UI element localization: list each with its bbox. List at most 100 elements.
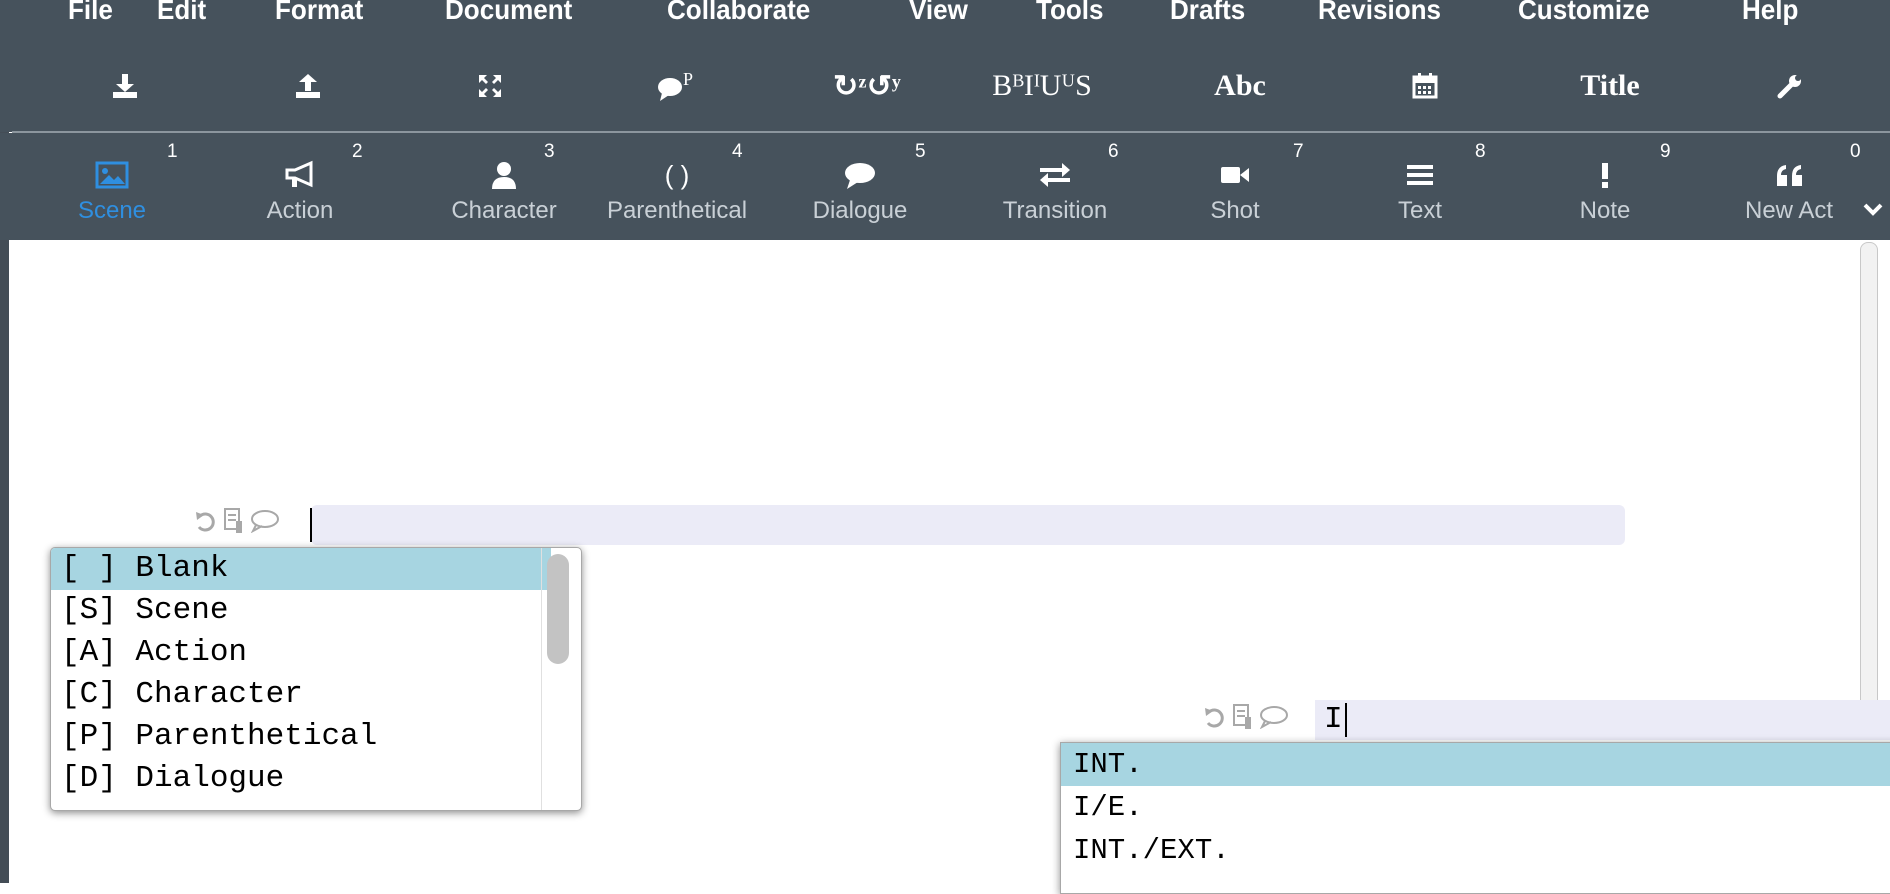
- element-dialogue-button[interactable]: 5 Dialogue: [780, 133, 940, 240]
- popup-option[interactable]: [C] Character: [51, 674, 551, 716]
- fullscreen-button[interactable]: [460, 40, 520, 132]
- line-tools: [194, 507, 280, 535]
- upload-icon: [296, 74, 320, 98]
- fullscreen-icon: [479, 75, 501, 97]
- wrench-icon: [1777, 75, 1801, 99]
- element-label: Text: [1397, 197, 1442, 224]
- element-transition-button[interactable]: 6 Transition: [970, 133, 1140, 240]
- undo-icon[interactable]: [194, 509, 216, 533]
- exclamation-icon: [1602, 163, 1608, 188]
- element-shortcut: 4: [732, 141, 743, 162]
- popup-option[interactable]: INT./EXT.: [1061, 829, 1890, 872]
- menu-help[interactable]: Help: [1742, 0, 1798, 31]
- menu-revisions[interactable]: Revisions: [1318, 0, 1441, 31]
- menu-file[interactable]: File: [68, 0, 113, 31]
- element-shortcut: 5: [915, 141, 926, 162]
- element-shortcut: 3: [544, 141, 555, 162]
- menu-bar: File Edit Format Document Collaborate Vi…: [0, 0, 1890, 40]
- element-shortcut: 2: [352, 141, 363, 162]
- video-camera-icon: [1221, 167, 1249, 183]
- comment-pin-icon: P: [658, 69, 693, 101]
- image-icon: [95, 161, 129, 189]
- scene-heading-popup: INT. I/E. INT./EXT.: [1060, 742, 1890, 894]
- popup-option[interactable]: [S] Scene: [51, 590, 551, 632]
- element-scene-button[interactable]: 1 Scene: [32, 133, 192, 240]
- menu-view[interactable]: View: [909, 0, 968, 31]
- element-shot-button[interactable]: 7 Shot: [1155, 133, 1315, 240]
- text-style-button[interactable]: BᴮIᴵUᵁS: [962, 40, 1122, 132]
- menu-tools[interactable]: Tools: [1036, 0, 1104, 31]
- megaphone-icon: [285, 160, 313, 188]
- element-parenthetical-button[interactable]: ( ) 4 Parenthetical: [592, 133, 762, 240]
- undo-redo-icon: ↻ᶻ↺ʸ: [833, 69, 901, 103]
- popup-option[interactable]: [A] Action: [51, 632, 551, 674]
- element-shortcut: 9: [1660, 141, 1671, 162]
- element-label: Dialogue: [812, 197, 908, 224]
- element-type-bar: 1 Scene 2 Action 3 Character ( ) 4 Paren…: [0, 133, 1890, 240]
- element-shortcut: 8: [1475, 141, 1486, 162]
- element-label: Transition: [1002, 197, 1108, 224]
- element-label: Action: [266, 197, 334, 224]
- element-text-button[interactable]: 8 Text: [1340, 133, 1500, 240]
- spellcheck-icon: Abc: [1214, 69, 1266, 102]
- popup-option[interactable]: INT.: [1061, 743, 1890, 786]
- calendar-button[interactable]: [1395, 40, 1455, 132]
- menu-edit[interactable]: Edit: [157, 0, 206, 31]
- element-label: Scene: [77, 197, 147, 224]
- scene-heading-value: I: [1324, 702, 1343, 737]
- calendar-icon: [1412, 73, 1438, 99]
- settings-button[interactable]: [1760, 40, 1820, 132]
- video-camera-icon-wrap: [1155, 155, 1315, 195]
- element-new-act-button[interactable]: 0 New Act: [1730, 133, 1890, 240]
- element-label: Note: [1579, 197, 1631, 224]
- text-caret: [1345, 703, 1347, 737]
- popup-scrollbar[interactable]: [547, 554, 569, 664]
- undo-redo-button[interactable]: ↻ᶻ↺ʸ: [812, 40, 922, 132]
- element-label: Parenthetical: [606, 197, 748, 224]
- user-icon: [492, 162, 516, 189]
- user-icon-wrap: [414, 155, 594, 195]
- svg-text:P: P: [683, 69, 693, 89]
- menu-customize[interactable]: Customize: [1518, 0, 1650, 31]
- comment-button[interactable]: P: [644, 40, 714, 132]
- comment-icon[interactable]: [1259, 705, 1289, 729]
- element-shortcut: 1: [167, 141, 178, 162]
- spellcheck-button[interactable]: Abc: [1190, 40, 1290, 132]
- scene-edit-icon[interactable]: [222, 507, 244, 535]
- scene-edit-icon[interactable]: [1231, 703, 1253, 731]
- download-icon: [113, 74, 137, 98]
- popup-option[interactable]: I/E.: [1061, 786, 1890, 829]
- element-shortcut: 0: [1850, 141, 1861, 162]
- parentheses-icon: ( ): [664, 159, 690, 190]
- menu-drafts[interactable]: Drafts: [1170, 0, 1245, 31]
- menu-collaborate[interactable]: Collaborate: [667, 0, 810, 31]
- menu-format[interactable]: Format: [275, 0, 363, 31]
- scene-heading-input[interactable]: [1315, 700, 1890, 740]
- text-caret: [310, 508, 312, 542]
- popup-option[interactable]: [ ] Blank: [51, 548, 551, 590]
- line-tools: [1203, 703, 1289, 731]
- speech-bubble-icon: [845, 163, 875, 189]
- quote-icon: [1777, 165, 1802, 186]
- menu-document[interactable]: Document: [445, 0, 572, 31]
- element-label: Shot: [1210, 197, 1260, 224]
- download-button[interactable]: [95, 40, 155, 132]
- lines-icon: [1407, 165, 1433, 185]
- element-character-button[interactable]: 3 Character: [414, 133, 594, 240]
- element-label: Character: [451, 197, 557, 224]
- upload-button[interactable]: [278, 40, 338, 132]
- chevron-down-icon[interactable]: [1862, 199, 1884, 219]
- element-note-button[interactable]: 9 Note: [1525, 133, 1685, 240]
- quote-icon-wrap: [1750, 155, 1830, 195]
- element-action-button[interactable]: 2 Action: [220, 133, 380, 240]
- popup-option[interactable]: [D] Dialogue: [51, 758, 551, 800]
- scene-heading-line[interactable]: [311, 505, 1625, 545]
- title-page-button[interactable]: Title: [1555, 40, 1665, 132]
- undo-icon[interactable]: [1203, 705, 1225, 729]
- comment-icon[interactable]: [250, 509, 280, 533]
- title-page-icon: Title: [1580, 69, 1640, 102]
- popup-scroll-track: [541, 548, 542, 810]
- element-shortcut: 6: [1108, 141, 1119, 162]
- popup-option[interactable]: [P] Parenthetical: [51, 716, 551, 758]
- editor-scrollbar[interactable]: [1860, 242, 1878, 724]
